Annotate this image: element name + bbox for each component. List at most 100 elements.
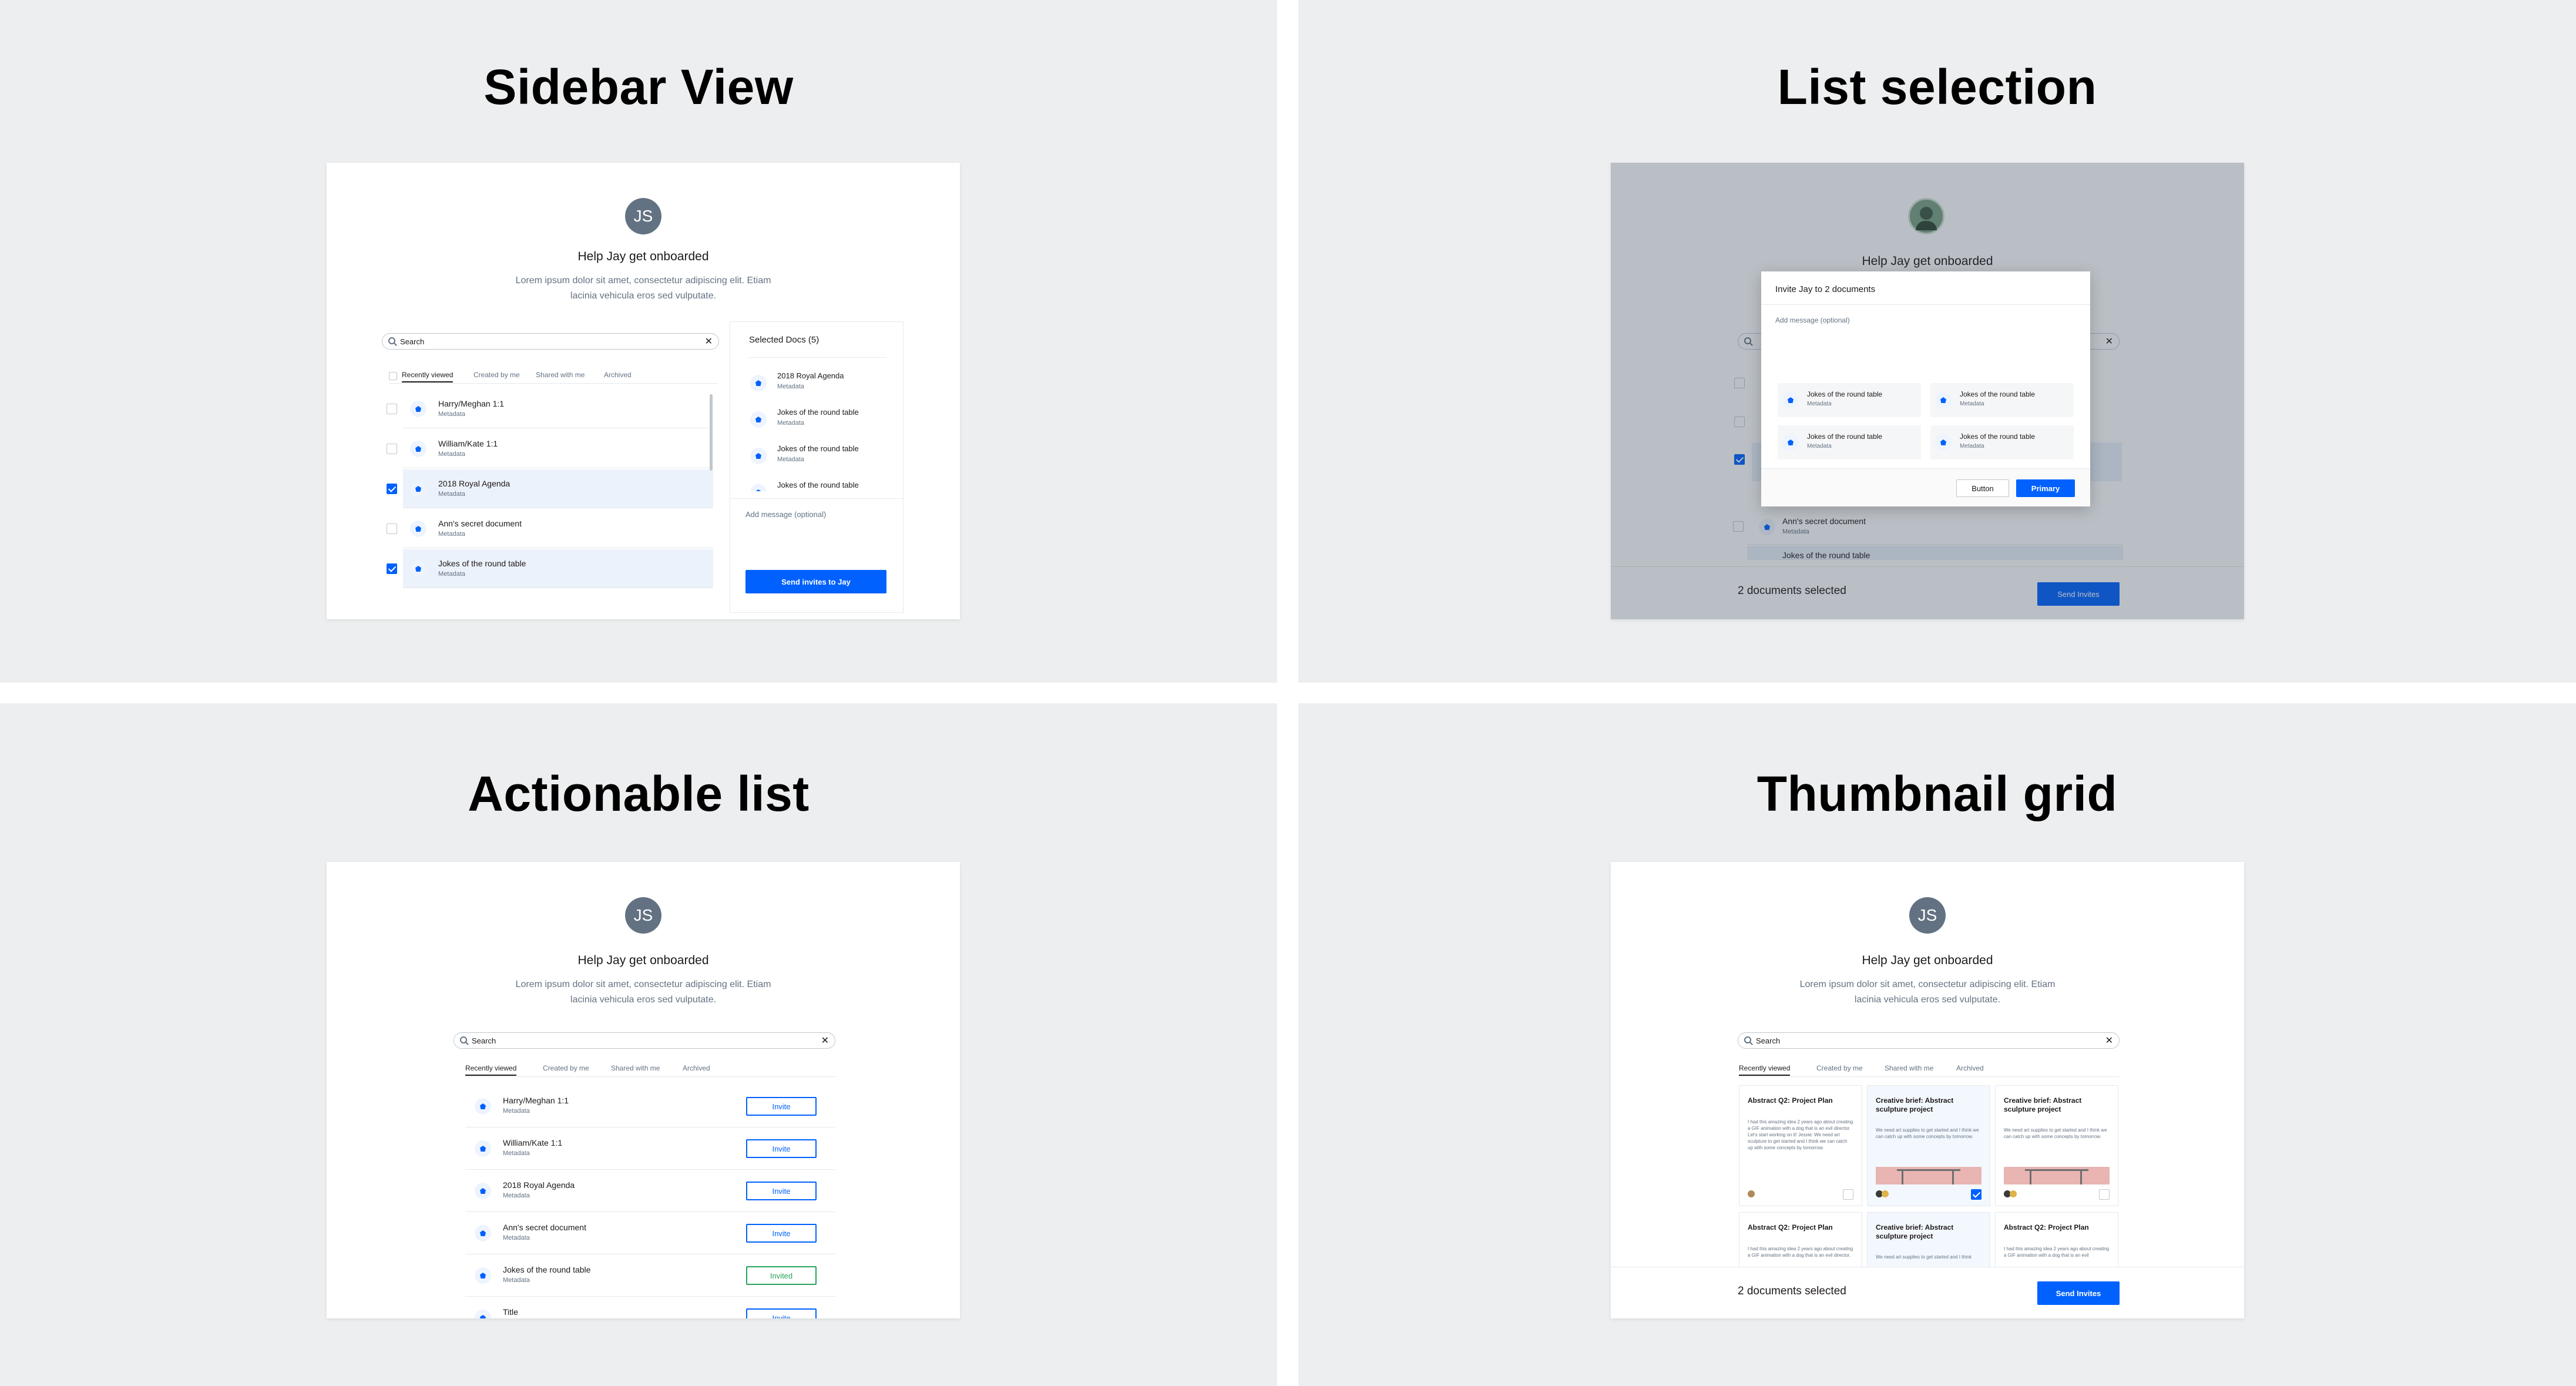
document-tile[interactable]: Creative brief: Abstract sculpture proje… — [1867, 1085, 1990, 1206]
list-item: Harry/Meghan 1:1 Metadata Invite — [465, 1085, 835, 1127]
row-checkbox[interactable] — [387, 484, 397, 494]
invite-button[interactable]: Invite — [746, 1308, 817, 1318]
invite-button[interactable]: Invite — [746, 1097, 817, 1116]
panel-item[interactable]: Jokes of the round table Metadata — [747, 441, 888, 469]
modal-doc-item[interactable]: Jokes of the round table Metadata — [1930, 425, 2074, 459]
document-icon — [750, 375, 767, 391]
selected-docs-panel: Selected Docs (5) 2018 Royal Agenda Meta… — [730, 321, 904, 613]
tab-shared-with-me[interactable]: Shared with me — [536, 371, 585, 379]
page-subtitle: Lorem ipsum dolor sit amet, consectetur … — [515, 979, 771, 1005]
thumbnail-image — [2004, 1167, 2110, 1184]
avatar: JS — [625, 897, 661, 934]
search-input[interactable]: Search ✕ — [1738, 1032, 2120, 1049]
document-icon — [410, 441, 426, 457]
tab-shared-with-me[interactable]: Shared with me — [1885, 1064, 1933, 1072]
document-icon — [410, 561, 426, 577]
document-icon — [1935, 392, 1952, 408]
sidebar-view-panel: Sidebar View JS Help Jay get onboarded L… — [0, 0, 1277, 683]
panel-item[interactable]: 2018 Royal Agenda Metadata — [747, 368, 888, 396]
quadrant-title: List selection — [1777, 59, 2097, 115]
list-item: Jokes of the round table Metadata Invite… — [465, 1254, 835, 1297]
tile-checkbox[interactable] — [1971, 1189, 1981, 1200]
tab-recently-viewed[interactable]: Recently viewed — [1739, 1064, 1791, 1076]
onboarding-card: JS Help Jay get onboarded Lorem ipsum do… — [1611, 862, 2244, 1318]
page-title: Help Jay get onboarded — [577, 250, 709, 263]
quadrant-title: Sidebar View — [483, 59, 794, 115]
tab-created-by-me[interactable]: Created by me — [543, 1064, 589, 1072]
list-item[interactable]: Jokes of the round table Metadata — [387, 549, 713, 588]
page-title: Help Jay get onboarded — [577, 954, 709, 967]
tab-archived[interactable]: Archived — [604, 371, 632, 379]
document-icon — [750, 484, 767, 491]
document-icon — [1782, 392, 1799, 408]
onboarding-card: Help Jay get onboarded ✕ Ann's secret do… — [1611, 163, 2244, 619]
row-checkbox[interactable] — [387, 563, 397, 574]
page-subtitle: Lorem ipsum dolor sit amet, consectetur … — [515, 276, 771, 301]
tile-checkbox[interactable] — [1843, 1189, 1853, 1200]
list-item: Ann's secret document Metadata Invite — [465, 1212, 835, 1254]
document-icon — [410, 481, 426, 497]
list-item[interactable]: 2018 Royal Agenda Metadata — [387, 469, 713, 508]
primary-button[interactable]: Primary — [2016, 479, 2075, 497]
secondary-button[interactable]: Button — [1956, 479, 2009, 497]
invite-button[interactable]: Invite — [746, 1224, 817, 1243]
panel-item[interactable]: Jokes of the round table — [747, 477, 888, 491]
send-invites-button[interactable]: Send invites to Jay — [745, 570, 886, 593]
tab-recently-viewed[interactable]: Recently viewed — [465, 1064, 517, 1076]
list-scrollbar[interactable] — [710, 394, 713, 471]
modal-doc-item[interactable]: Jokes of the round table Metadata — [1930, 383, 2074, 417]
row-checkbox[interactable] — [387, 444, 397, 454]
list-selection-panel: List selection Help Jay get onboarded ✕ … — [1298, 0, 2576, 683]
search-icon — [1744, 1036, 1751, 1043]
list-item[interactable]: Harry/Meghan 1:1 Metadata — [387, 390, 713, 428]
row-checkbox[interactable] — [387, 523, 397, 534]
collaborator-avatars — [1748, 1190, 1765, 1199]
list-item[interactable]: William/Kate 1:1 Metadata — [387, 429, 713, 468]
panel-title: Selected Docs (5) — [749, 335, 820, 345]
tab-created-by-me[interactable]: Created by me — [473, 371, 520, 379]
tab-created-by-me[interactable]: Created by me — [1816, 1064, 1863, 1072]
clear-icon[interactable]: ✕ — [821, 1035, 829, 1046]
search-icon — [388, 337, 395, 344]
collaborator-avatars — [2004, 1190, 2021, 1199]
document-icon — [475, 1267, 491, 1284]
tab-bar: Recently viewed Created by me Shared wit… — [465, 1062, 835, 1077]
document-icon — [410, 401, 426, 417]
document-tile[interactable]: Creative brief: Abstract sculpture proje… — [1995, 1085, 2118, 1206]
tile-checkbox[interactable] — [2099, 1189, 2110, 1200]
search-input[interactable]: Search ✕ — [382, 333, 719, 350]
message-field[interactable]: Add message (optional) — [745, 510, 826, 519]
document-icon — [1935, 434, 1952, 451]
search-input[interactable]: Search ✕ — [454, 1032, 835, 1049]
tab-shared-with-me[interactable]: Shared with me — [611, 1064, 660, 1072]
tab-bar: Recently viewed Created by me Shared wit… — [1739, 1062, 2120, 1077]
quadrant-title: Actionable list — [468, 766, 810, 821]
modal-doc-item[interactable]: Jokes of the round table Metadata — [1778, 425, 1921, 459]
onboarding-card: JS Help Jay get onboarded Lorem ipsum do… — [327, 163, 960, 619]
tab-recently-viewed[interactable]: Recently viewed — [402, 371, 454, 382]
document-icon — [475, 1098, 491, 1115]
document-icon — [475, 1225, 491, 1241]
clear-icon[interactable]: ✕ — [705, 335, 713, 347]
document-icon — [750, 411, 767, 428]
select-all-checkbox[interactable] — [389, 372, 397, 380]
clear-icon[interactable]: ✕ — [2105, 1035, 2113, 1046]
panel-item[interactable]: Jokes of the round table Metadata — [747, 404, 888, 432]
document-tile[interactable]: Abstract Q2: Project Plan I had this ama… — [1739, 1085, 1862, 1206]
document-icon — [410, 521, 426, 537]
list-item[interactable]: Ann's secret document Metadata — [387, 509, 713, 548]
modal-doc-item[interactable]: Jokes of the round table Metadata — [1778, 383, 1921, 417]
document-icon — [1782, 434, 1799, 451]
message-field[interactable]: Add message (optional) — [1775, 316, 1850, 324]
invited-button[interactable]: Invited — [746, 1266, 817, 1285]
page-title: Help Jay get onboarded — [1862, 954, 1993, 967]
invite-button[interactable]: Invite — [746, 1139, 817, 1158]
send-invites-button[interactable]: Send Invites — [2037, 1281, 2120, 1305]
row-checkbox[interactable] — [387, 404, 397, 414]
thumbnail-grid-panel: Thumbnail grid JS Help Jay get onboarded… — [1298, 703, 2576, 1386]
invite-button[interactable]: Invite — [746, 1182, 817, 1200]
selection-footer: 2 documents selected Send Invites — [1611, 1267, 2244, 1318]
tab-archived[interactable]: Archived — [1956, 1064, 1984, 1072]
document-icon — [750, 448, 767, 464]
tab-archived[interactable]: Archived — [683, 1064, 710, 1072]
